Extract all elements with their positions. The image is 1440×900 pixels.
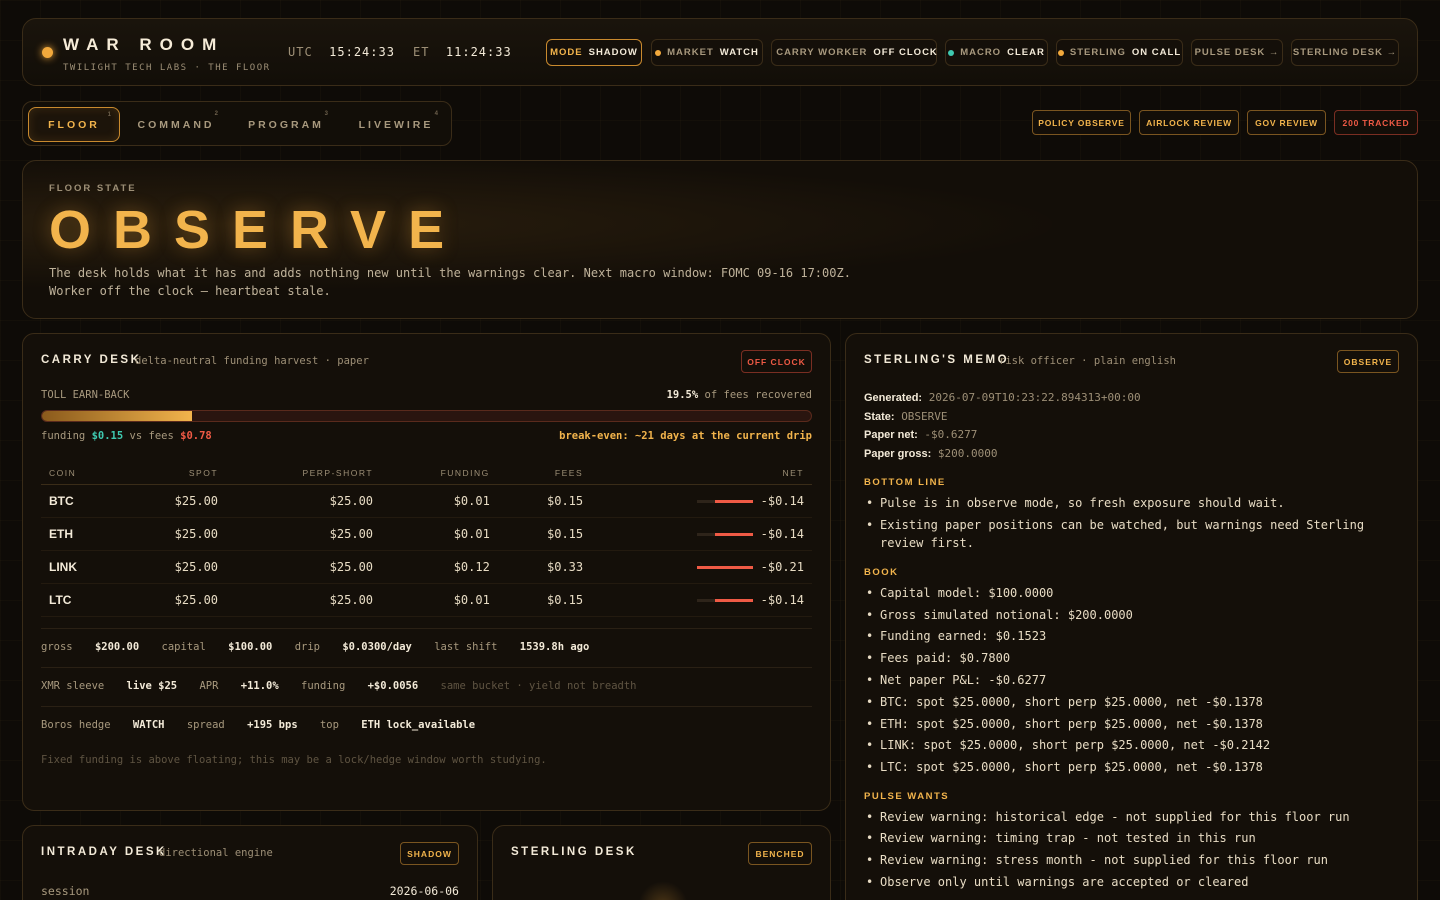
macro-pill[interactable]: MACRO CLEAR xyxy=(945,39,1048,66)
floor-state-hero: FLOOR STATE OBSERVE The desk holds what … xyxy=(22,160,1418,319)
benched-badge: BENCHED xyxy=(748,842,812,865)
floor-state-value: OBSERVE xyxy=(49,200,467,260)
policy-observe-button[interactable]: POLICY OBSERVE xyxy=(1032,110,1131,135)
sterling-desk-title: STERLING DESK xyxy=(511,846,637,858)
tab-floor[interactable]: FLOOR 1 xyxy=(28,107,120,142)
table-row[interactable]: LINK $25.00 $25.00 $0.12 $0.33 -$0.21 xyxy=(41,550,812,584)
carry-stats-gross: gross $200.00 capital $100.00 drip $0.03… xyxy=(41,628,812,653)
list-item: Funding earned: $0.1523 xyxy=(864,627,1399,646)
sterling-glow-icon xyxy=(638,881,688,900)
list-item: Fees paid: $0.7800 xyxy=(864,649,1399,668)
dot-icon xyxy=(1057,49,1064,56)
memo-title: STERLING'S MEMO xyxy=(864,354,1010,366)
carry-worker-pill[interactable]: CARRY WORKER OFF CLOCK xyxy=(771,39,937,66)
net-bar xyxy=(696,565,753,569)
funding-vs-fees-row: funding $0.15 vs fees $0.78 break-even: … xyxy=(41,430,812,442)
list-item: LINK: spot $25.0000, short perp $25.0000… xyxy=(864,736,1399,755)
toll-row: TOLL EARN-BACK 19.5% of fees recovered xyxy=(41,389,812,401)
carry-desk-title: CARRY DESK xyxy=(41,354,142,366)
pulse-wants-list: Review warning: historical edge - not su… xyxy=(864,808,1399,892)
memo-paper-gross: Paper gross: $200.0000 xyxy=(864,446,998,460)
list-item: Gross simulated notional: $200.0000 xyxy=(864,606,1399,625)
carry-desk-panel: CARRY DESK delta-neutral funding harvest… xyxy=(22,333,831,811)
list-item: Review warning: historical edge - not su… xyxy=(864,808,1399,827)
list-item: Review warning: timing trap - not tested… xyxy=(864,829,1399,848)
sterling-desk-panel: STERLING DESK BENCHED xyxy=(492,825,831,900)
utc-clock: UTC 15:24:33 xyxy=(288,45,395,59)
mode-pill[interactable]: MODE SHADOW xyxy=(546,39,642,66)
book-list: Capital model: $100.0000 Gross simulated… xyxy=(864,584,1399,777)
pulse-desk-link[interactable]: PULSE DESK → xyxy=(1191,39,1283,66)
top-bar: WAR ROOM TWILIGHT TECH LABS · THE FLOOR … xyxy=(22,18,1418,86)
carry-stats-xmr: XMR sleeve live $25 APR +11.0% funding +… xyxy=(41,667,812,692)
memo-subtitle: risk officer · plain english xyxy=(999,355,1177,367)
sterling-pill[interactable]: STERLING ON CALL xyxy=(1056,39,1183,66)
et-clock: ET 11:24:33 xyxy=(413,45,512,59)
tab-program[interactable]: PROGRAM 3 xyxy=(236,107,336,142)
airlock-review-button[interactable]: AIRLOCK REVIEW xyxy=(1139,110,1239,135)
list-item: Net paper P&L: -$0.6277 xyxy=(864,671,1399,690)
shadow-badge: SHADOW xyxy=(400,842,459,865)
carry-stats-boros: Boros hedge WATCH spread +195 bps top ET… xyxy=(41,706,812,731)
net-bar xyxy=(696,598,753,602)
dot-icon xyxy=(948,49,955,56)
memo-state: State: OBSERVE xyxy=(864,409,948,423)
memo-generated: Generated: 2026-07-09T10:23:22.894313+00… xyxy=(864,391,1141,404)
status-dot-icon xyxy=(42,47,53,58)
intraday-desk-subtitle: directional engine xyxy=(159,847,273,859)
off-clock-badge: OFF CLOCK xyxy=(741,350,812,373)
net-bar xyxy=(696,499,753,503)
app-title: WAR ROOM xyxy=(63,35,225,54)
table-row[interactable]: LTC $25.00 $25.00 $0.01 $0.15 -$0.14 xyxy=(41,583,812,617)
list-item: Review warning: stress month - not suppl… xyxy=(864,851,1399,870)
toll-progress-fill xyxy=(42,411,192,421)
list-item: BTC: spot $25.0000, short perp $25.0000,… xyxy=(864,693,1399,712)
carry-desk-subtitle: delta-neutral funding harvest · paper xyxy=(135,355,369,367)
list-item: ETH: spot $25.0000, short perp $25.0000,… xyxy=(864,715,1399,734)
net-bar xyxy=(696,532,753,536)
app-subtitle: TWILIGHT TECH LABS · THE FLOOR xyxy=(63,63,271,73)
main-tabs: FLOOR 1 COMMAND 2 PROGRAM 3 LIVEWIRE 4 xyxy=(22,101,452,146)
tracked-count-button[interactable]: 200 TRACKED xyxy=(1334,110,1418,135)
dot-icon xyxy=(655,49,662,56)
carry-positions-table: COIN SPOT PERP-SHORT FUNDING FEES NET BT… xyxy=(41,462,812,617)
sterling-desk-link[interactable]: STERLING DESK → xyxy=(1291,39,1399,66)
toll-progress-bar xyxy=(41,410,812,422)
session-value: 2026-06-06 xyxy=(389,884,459,898)
intraday-desk-panel: INTRADAY DESK directional engine SHADOW … xyxy=(22,825,478,900)
market-pill[interactable]: MARKET WATCH xyxy=(651,39,763,66)
carry-footnote: Fixed funding is above floating; this ma… xyxy=(41,754,547,766)
gov-review-button[interactable]: GOV REVIEW xyxy=(1247,110,1326,135)
floor-state-description: The desk holds what it has and adds noth… xyxy=(49,266,851,298)
memo-paper-net: Paper net: -$0.6277 xyxy=(864,428,978,441)
table-row[interactable]: ETH $25.00 $25.00 $0.01 $0.15 -$0.14 xyxy=(41,517,812,551)
pulse-wants-heading: PULSE WANTS xyxy=(864,790,950,802)
list-item: Existing paper positions can be watched,… xyxy=(864,516,1399,553)
session-label: session xyxy=(41,884,90,898)
tab-livewire[interactable]: LIVEWIRE 4 xyxy=(346,107,446,142)
list-item: LTC: spot $25.0000, short perp $25.0000,… xyxy=(864,758,1399,777)
bottom-line-list: Pulse is in observe mode, so fresh expos… xyxy=(864,494,1399,553)
tab-command[interactable]: COMMAND 2 xyxy=(126,107,226,142)
bottom-line-heading: BOTTOM LINE xyxy=(864,477,946,488)
list-item: Capital model: $100.0000 xyxy=(864,584,1399,603)
observe-badge: OBSERVE xyxy=(1337,350,1399,373)
list-item: Pulse is in observe mode, so fresh expos… xyxy=(864,494,1399,513)
floor-state-label: FLOOR STATE xyxy=(49,183,137,194)
sterling-memo-panel: STERLING'S MEMO risk officer · plain eng… xyxy=(845,333,1418,900)
table-header-row: COIN SPOT PERP-SHORT FUNDING FEES NET xyxy=(41,462,812,485)
book-heading: BOOK xyxy=(864,566,899,578)
list-item: Observe only until warnings are accepted… xyxy=(864,873,1399,892)
memo-body: Generated: 2026-07-09T10:23:22.894313+00… xyxy=(864,389,1399,895)
table-row[interactable]: BTC $25.00 $25.00 $0.01 $0.15 -$0.14 xyxy=(41,484,812,518)
intraday-desk-title: INTRADAY DESK xyxy=(41,846,167,858)
